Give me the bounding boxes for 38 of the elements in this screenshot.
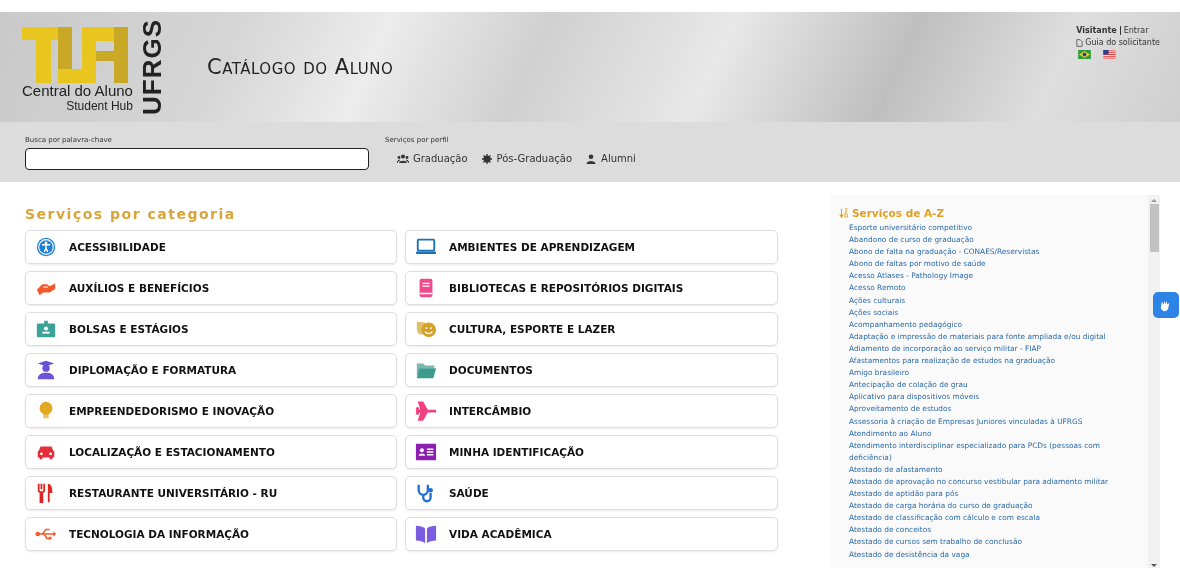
page-title: Catálogo do Aluno xyxy=(207,55,395,79)
search-field[interactable] xyxy=(25,148,369,170)
logo-text: Central do Aluno xyxy=(22,82,133,99)
category-button[interactable]: EMPREENDEDORISMO E INOVAÇÃO xyxy=(25,394,397,428)
profile-link[interactable]: Alumni xyxy=(601,153,636,164)
logo-subtext: Student Hub xyxy=(66,99,133,113)
category-button[interactable]: VIDA ACADÊMICA xyxy=(405,517,778,551)
accessibility-button[interactable] xyxy=(1153,292,1179,318)
category-button[interactable]: DOCUMENTOS xyxy=(405,353,778,387)
category-button[interactable]: AMBIENTES DE APRENDIZAGEM xyxy=(405,230,778,264)
flag-icon[interactable] xyxy=(1078,50,1092,59)
user-icon xyxy=(585,153,598,164)
document-icon xyxy=(1076,38,1084,47)
category-button[interactable]: BIBLIOTECAS E REPOSITÓRIOS DIGITAIS xyxy=(405,271,778,305)
scrollbar[interactable] xyxy=(1148,195,1160,568)
category-button[interactable]: INTERCÂMBIO xyxy=(405,394,778,428)
category-button[interactable]: DIPLOMAÇÃO E FORMATURA xyxy=(25,353,397,387)
gear-icon xyxy=(480,153,493,164)
guide-link[interactable]: Guia do solicitante xyxy=(1085,38,1160,47)
sort-icon xyxy=(839,208,849,218)
section-heading: Serviços por categoria xyxy=(25,206,237,222)
users-icon xyxy=(397,153,409,164)
category-button[interactable]: BOLSAS E ESTÁGIOS xyxy=(25,312,397,346)
profile-link[interactable]: Pós-Graduação xyxy=(496,153,573,164)
logo-vertical-text: UFRGS xyxy=(136,19,168,115)
category-button[interactable]: LOCALIZAÇÃO E ESTACIONAMENTO xyxy=(25,435,397,469)
user-name: Visitante xyxy=(1076,26,1121,35)
category-button[interactable]: SAÚDE xyxy=(405,476,778,510)
category-button[interactable]: RESTAURANTE UNIVERSITÁRIO - RU xyxy=(25,476,397,510)
category-button[interactable]: ACESSIBILIDADE xyxy=(25,230,397,264)
category-button[interactable]: MINHA IDENTIFICAÇÃO xyxy=(405,435,778,469)
category-button[interactable]: AUXÍLIOS E BENEFÍCIOS xyxy=(25,271,397,305)
profile-link[interactable]: Graduação xyxy=(413,153,468,164)
login-link[interactable]: Entrar xyxy=(1123,26,1149,35)
az-heading: Serviços de A-Z xyxy=(852,207,945,219)
category-button[interactable]: CULTURA, ESPORTE E LAZER xyxy=(405,312,778,346)
flag-icon[interactable] xyxy=(1103,50,1117,59)
category-button[interactable]: TECNOLOGIA DA INFORMAÇÃO xyxy=(25,517,397,551)
